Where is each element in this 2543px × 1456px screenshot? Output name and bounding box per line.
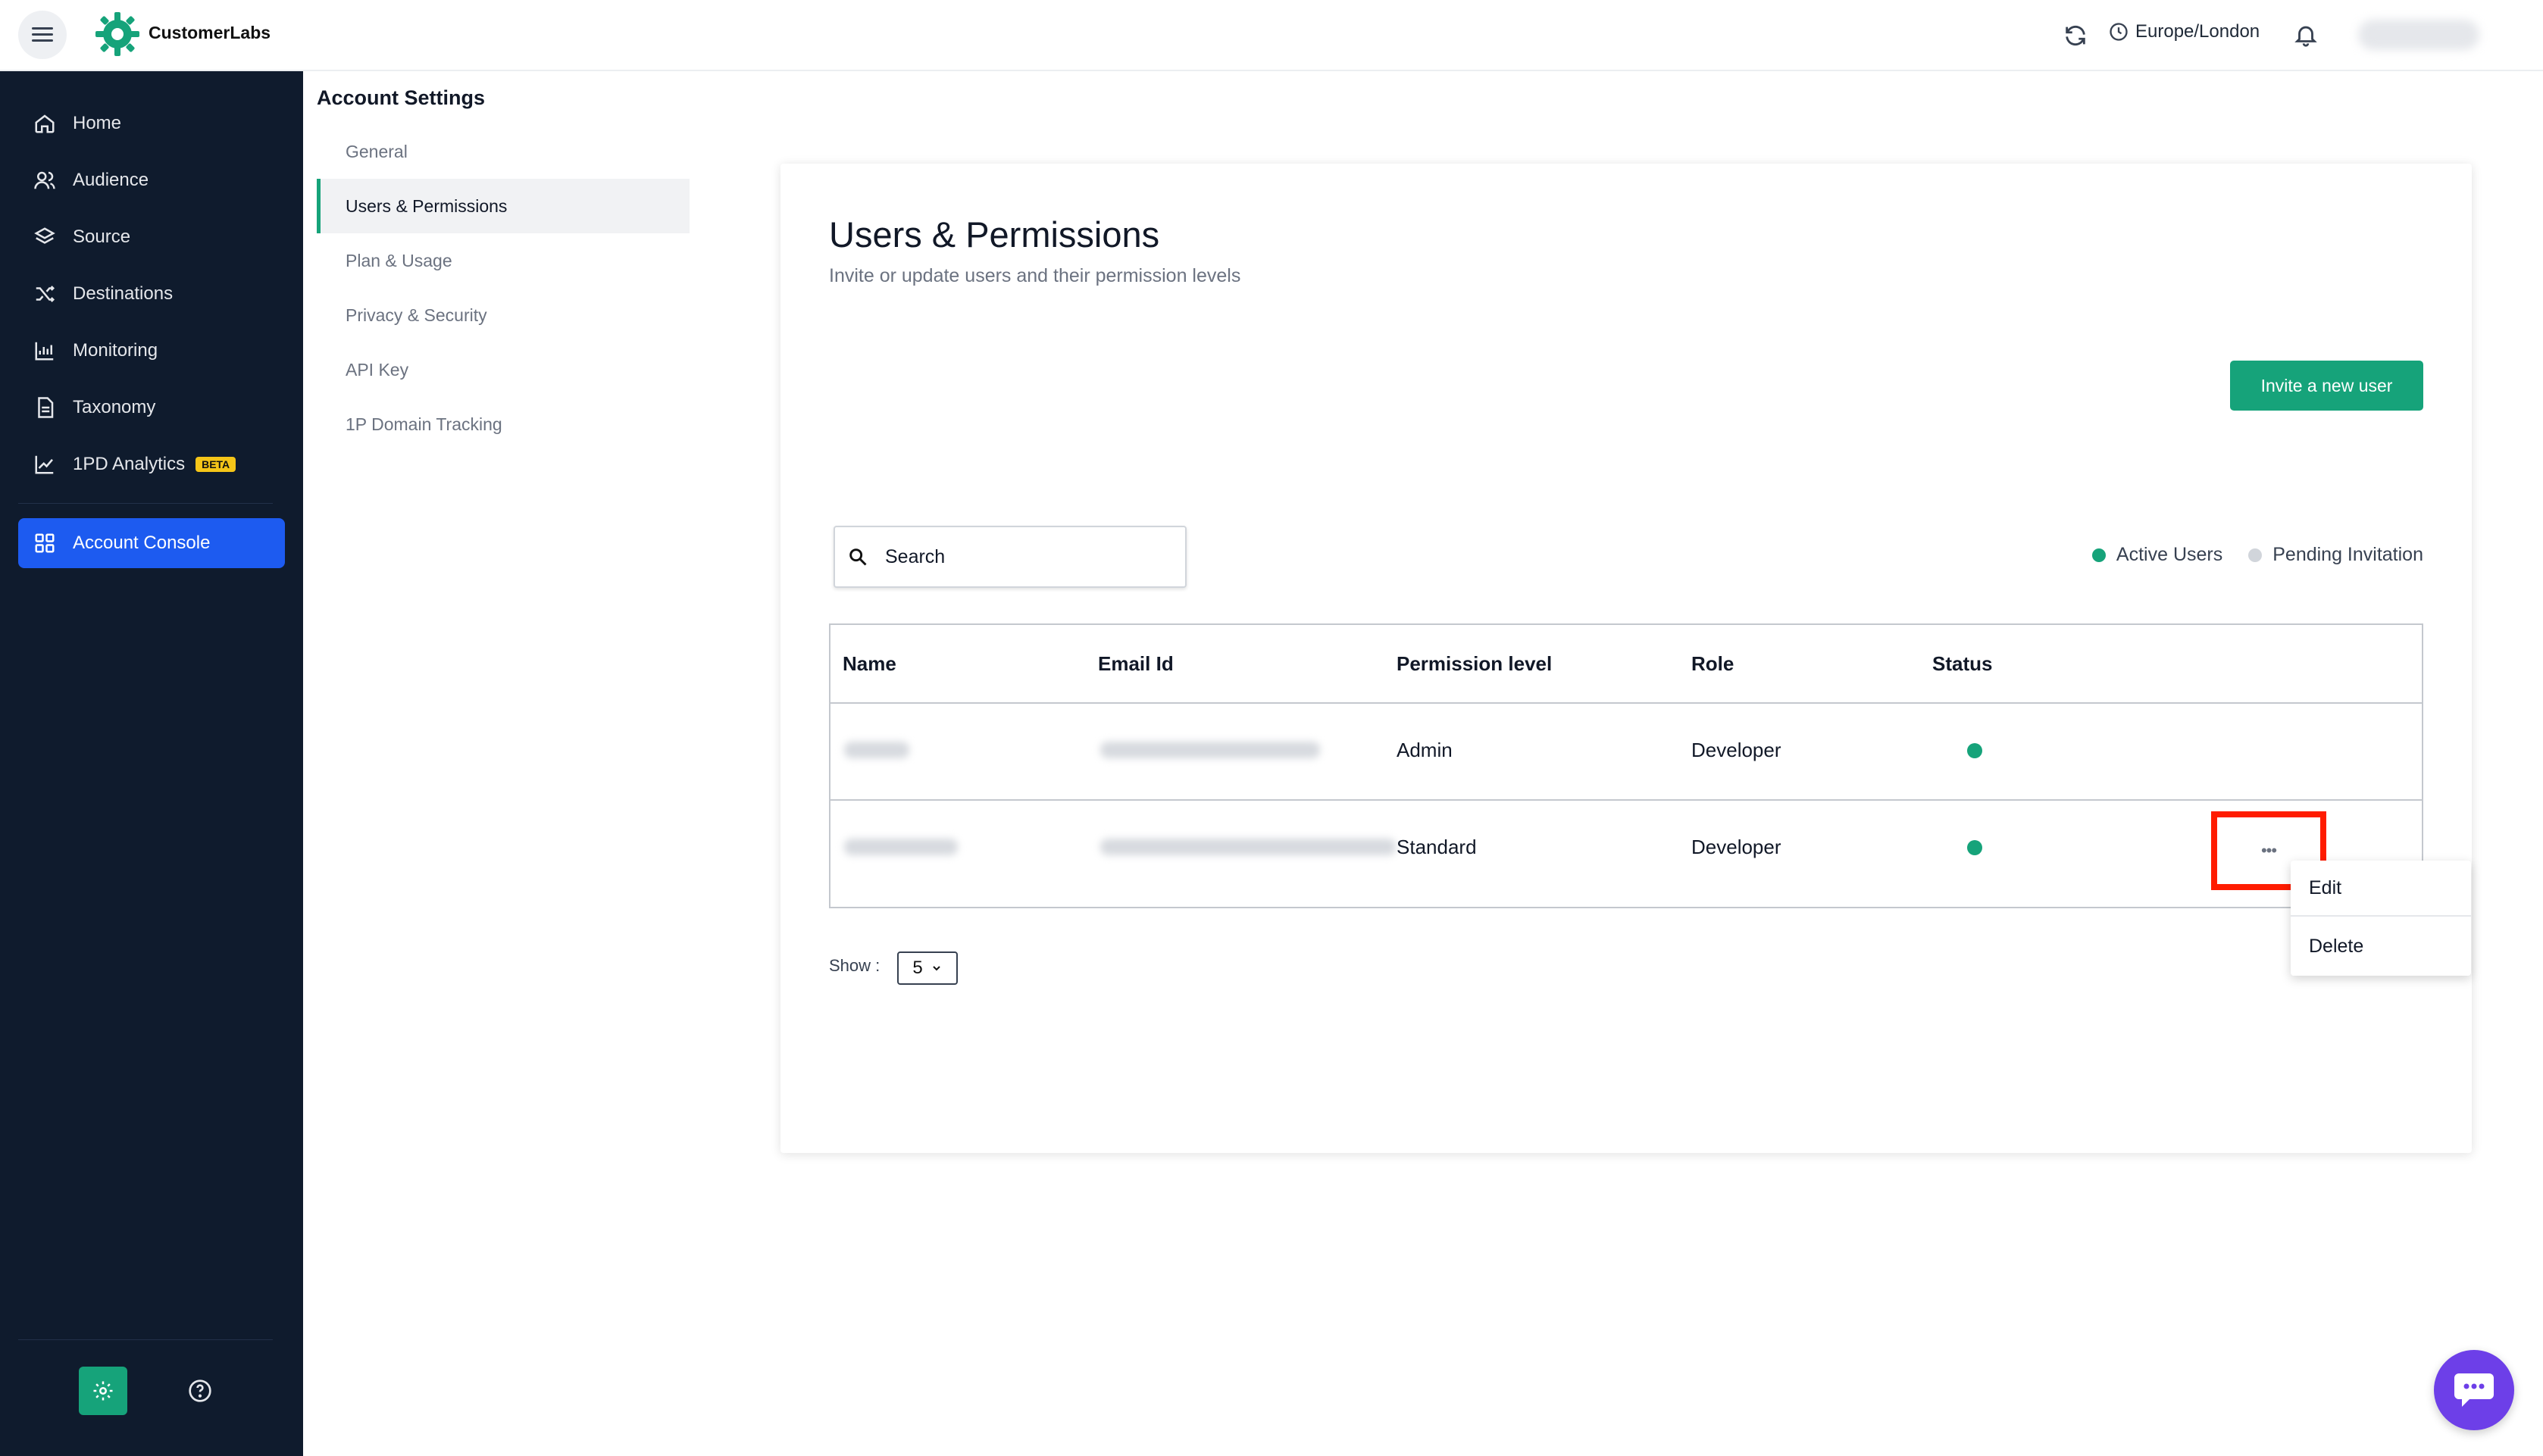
pending-dot-icon (2248, 548, 2263, 562)
settings-title: Account Settings (317, 86, 486, 109)
settings-item-general[interactable]: General (317, 124, 690, 179)
account-settings-nav: Account Settings General Users & Permiss… (303, 71, 697, 1456)
status-legend: Active Users Pending Invitation (2091, 544, 2423, 566)
brand-name: CustomerLabs (149, 23, 271, 42)
sidebar-item-source[interactable]: Source (18, 212, 285, 262)
shuffle-icon (36, 286, 55, 302)
sidebar-divider (18, 503, 273, 504)
user-menu[interactable] (2358, 20, 2479, 50)
legend-pending-label: Pending Invitation (2272, 544, 2423, 565)
role-cell: Developer (1691, 836, 1781, 858)
sidebar: Home Audience Source Destinations Monito… (0, 71, 303, 1456)
refresh-icon[interactable] (2063, 23, 2088, 48)
permission-cell: Standard (1397, 836, 1477, 858)
table-row: Standard Developer ••• (830, 801, 2422, 898)
user-name-redacted (844, 839, 958, 855)
document-icon (38, 397, 54, 418)
active-dot-icon (2091, 548, 2106, 562)
sidebar-item-1pd-analytics[interactable]: 1PD Analytics BETA (18, 439, 285, 489)
page-subtitle: Invite or update users and their permiss… (829, 265, 1241, 286)
more-icon: ••• (2260, 841, 2277, 860)
user-email-redacted (1100, 839, 1396, 855)
role-cell: Developer (1691, 739, 1781, 761)
chart-icon (35, 342, 54, 361)
column-permission: Permission level (1397, 652, 1553, 675)
settings-item-1p-domain-tracking[interactable]: 1P Domain Tracking (317, 397, 690, 451)
legend-pending: Pending Invitation (2248, 544, 2423, 566)
status-active-icon (1967, 743, 1982, 758)
column-email: Email Id (1098, 652, 1174, 675)
gear-icon (93, 1381, 113, 1401)
legend-active: Active Users (2091, 544, 2223, 566)
chat-icon (2454, 1373, 2494, 1407)
users-table: Name Email Id Permission level Role Stat… (829, 623, 2423, 908)
brand-area: CustomerLabs (0, 0, 303, 71)
show-label: Show : (829, 956, 881, 975)
page-size-select[interactable]: 5 (897, 951, 958, 985)
chevron-down-icon (932, 966, 940, 971)
legend-active-label: Active Users (2116, 544, 2223, 565)
search-placeholder: Search (885, 545, 946, 567)
page-title: Users & Permissions (829, 214, 1160, 255)
help-icon[interactable] (188, 1379, 212, 1403)
permission-cell: Admin (1397, 739, 1453, 761)
timezone-label: Europe/London (2135, 21, 2260, 42)
sidebar-item-audience[interactable]: Audience (18, 155, 285, 205)
sidebar-item-label: Monitoring (73, 340, 158, 361)
search-input[interactable]: Search (834, 526, 1187, 588)
search-icon (849, 548, 867, 566)
sidebar-item-label: 1PD Analytics (73, 454, 186, 474)
settings-button[interactable] (79, 1367, 127, 1415)
sidebar-item-label: Home (73, 113, 122, 133)
hamburger-menu-button[interactable] (18, 11, 67, 59)
sidebar-item-monitoring[interactable]: Monitoring (18, 326, 285, 376)
sidebar-divider (18, 1339, 273, 1340)
bell-icon[interactable] (2293, 21, 2319, 48)
timezone-selector[interactable]: Europe/London (2108, 21, 2260, 42)
table-row: Admin Developer (830, 704, 2422, 801)
layers-icon (34, 227, 55, 244)
settings-item-users-permissions[interactable]: Users & Permissions (317, 179, 690, 233)
sidebar-item-label: Audience (73, 170, 149, 190)
users-icon (34, 171, 55, 189)
column-status: Status (1932, 652, 1993, 675)
chat-widget-button[interactable] (2434, 1350, 2514, 1430)
table-header: Name Email Id Permission level Role Stat… (830, 625, 2422, 704)
clock-icon (2110, 23, 2128, 41)
status-active-icon (1967, 840, 1982, 855)
sidebar-item-label: Source (73, 227, 131, 247)
sidebar-item-destinations[interactable]: Destinations (18, 269, 285, 319)
home-icon (35, 114, 55, 133)
menu-item-edit[interactable]: Edit (2291, 861, 2471, 917)
sidebar-item-label: Taxonomy (73, 397, 156, 417)
column-role: Role (1691, 652, 1734, 675)
customerlabs-logo-icon (95, 12, 139, 56)
row-actions-menu: Edit Delete (2291, 861, 2471, 976)
sidebar-item-label: Account Console (73, 533, 211, 553)
page-size-value: 5 (912, 958, 923, 978)
sidebar-item-label: Destinations (73, 283, 174, 304)
settings-item-api-key[interactable]: API Key (317, 342, 690, 397)
grid-icon (35, 533, 55, 553)
beta-badge: BETA (195, 457, 236, 472)
user-name-redacted (844, 742, 909, 758)
users-permissions-card: Users & Permissions Invite or update use… (780, 164, 2472, 1153)
settings-item-plan-usage[interactable]: Plan & Usage (317, 233, 690, 288)
sidebar-item-taxonomy[interactable]: Taxonomy (18, 383, 285, 433)
sidebar-item-account-console[interactable]: Account Console (18, 518, 285, 568)
menu-icon (32, 27, 53, 42)
invite-user-button[interactable]: Invite a new user (2230, 361, 2423, 411)
sidebar-item-home[interactable]: Home (18, 98, 285, 148)
settings-item-privacy-security[interactable]: Privacy & Security (317, 288, 690, 342)
user-email-redacted (1100, 742, 1320, 758)
trend-icon (35, 455, 54, 474)
column-name: Name (843, 652, 896, 675)
menu-item-delete[interactable]: Delete (2291, 918, 2471, 974)
